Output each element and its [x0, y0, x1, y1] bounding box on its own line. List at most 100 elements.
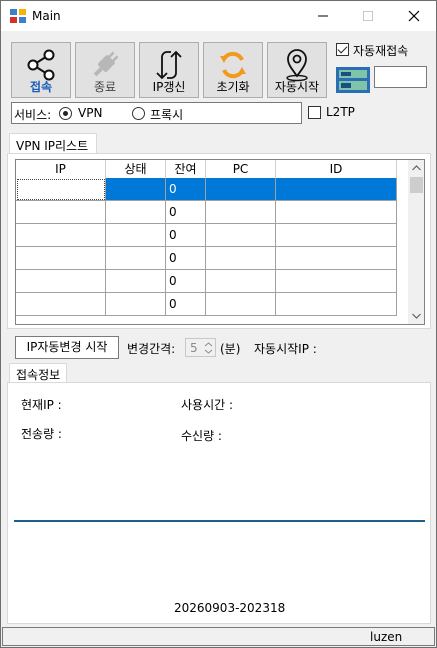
table-cell-status[interactable]: [106, 293, 166, 316]
table-row[interactable]: 0: [16, 178, 397, 201]
table-cell-status[interactable]: [106, 178, 166, 201]
sent-label: 전송량 :: [21, 427, 62, 441]
connect-button[interactable]: 접속: [11, 42, 71, 98]
radio-vpn-label: VPN: [78, 106, 103, 120]
table-cell-remaining[interactable]: 0: [166, 270, 206, 293]
col-header-remaining[interactable]: 잔여: [166, 160, 206, 178]
radio-proxy-label: 프록시: [150, 108, 184, 122]
main-window: Main 접속 종료 IP갱신 초기화 자동시작 자동재접속 서비스: VPN …: [0, 0, 437, 648]
l2tp-checkbox[interactable]: [308, 106, 321, 119]
close-button[interactable]: [393, 1, 435, 31]
side-text-field[interactable]: [374, 66, 427, 88]
table-row[interactable]: 0: [16, 247, 397, 270]
table-cell-id[interactable]: [276, 293, 397, 316]
table-cell-remaining[interactable]: 0: [166, 224, 206, 247]
scroll-down-icon[interactable]: [412, 313, 421, 319]
connect-label: 접속: [29, 80, 53, 94]
table-cell-pc[interactable]: [206, 224, 276, 247]
info-tab-panel: 현재IP : 사용시간 : 전송량 : 수신량 : 20260903-20231…: [7, 382, 431, 624]
radio-proxy[interactable]: [132, 107, 145, 120]
ip-list-grid[interactable]: IP 상태 잔여 PC ID 000000: [15, 159, 425, 325]
l2tp-label: L2TP: [326, 105, 355, 119]
table-cell-pc[interactable]: [206, 178, 276, 201]
server-icon: [336, 67, 370, 93]
table-cell-ip[interactable]: [16, 270, 106, 293]
plug-icon: [93, 51, 119, 77]
tab-vpn-ip-list-label: VPN IP리스트: [16, 139, 89, 153]
table-cell-ip[interactable]: [16, 247, 106, 270]
auto-start-button[interactable]: 자동시작: [267, 42, 327, 98]
table-row[interactable]: 0: [16, 224, 397, 247]
col-header-ip[interactable]: IP: [16, 160, 106, 178]
service-label: 서비스:: [14, 108, 52, 122]
status-user: luzen: [370, 630, 403, 644]
version-label: 20260903-202318: [174, 601, 286, 615]
auto-reconnect-checkbox[interactable]: [336, 43, 349, 56]
interval-unit: (분): [220, 342, 241, 356]
table-row[interactable]: 0: [16, 270, 397, 293]
auto-start-ip-label: 자동시작IP :: [254, 342, 317, 356]
table-cell-ip[interactable]: [16, 224, 106, 247]
radio-vpn[interactable]: [59, 107, 72, 120]
tab-vpn-ip-list[interactable]: VPN IP리스트: [9, 133, 97, 154]
ip-auto-change-start-button[interactable]: IP자동변경 시작: [15, 336, 119, 359]
swap-arrows-icon: [156, 50, 182, 80]
col-header-status[interactable]: 상태: [106, 160, 166, 178]
table-cell-ip[interactable]: [16, 293, 106, 316]
col-header-id[interactable]: ID: [276, 160, 397, 178]
table-cell-status[interactable]: [106, 201, 166, 224]
ip-refresh-label: IP갱신: [152, 80, 186, 94]
stepper-arrows-icon[interactable]: [204, 341, 213, 355]
refresh-icon: [220, 51, 246, 79]
interval-label: 변경간격:: [127, 342, 176, 356]
share-nodes-icon: [27, 49, 55, 81]
table-cell-pc[interactable]: [206, 201, 276, 224]
app-icon: [10, 9, 26, 23]
table-cell-status[interactable]: [106, 270, 166, 293]
table-cell-id[interactable]: [276, 270, 397, 293]
table-cell-id[interactable]: [276, 224, 397, 247]
auto-reconnect-label: 자동재접속: [353, 44, 409, 58]
interval-value: 5: [190, 341, 198, 355]
table-cell-pc[interactable]: [206, 270, 276, 293]
table-row[interactable]: 0: [16, 293, 397, 316]
table-cell-remaining[interactable]: 0: [166, 201, 206, 224]
grid-scrollbar[interactable]: [408, 160, 424, 324]
maximize-icon: [363, 11, 373, 21]
current-ip-label: 현재IP :: [21, 398, 62, 412]
minimize-icon: [318, 15, 328, 17]
scroll-thumb[interactable]: [410, 177, 423, 193]
table-cell-id[interactable]: [276, 201, 397, 224]
minimize-button[interactable]: [302, 1, 344, 31]
table-cell-pc[interactable]: [206, 247, 276, 270]
divider-line: [14, 520, 425, 522]
reset-button[interactable]: 초기화: [203, 42, 263, 98]
table-cell-status[interactable]: [106, 224, 166, 247]
close-icon: [408, 10, 420, 22]
ip-refresh-button[interactable]: IP갱신: [139, 42, 199, 98]
table-cell-id[interactable]: [276, 178, 397, 201]
maximize-button[interactable]: [347, 1, 389, 31]
table-cell-remaining[interactable]: 0: [166, 293, 206, 316]
reset-label: 초기화: [216, 80, 250, 94]
received-label: 수신량 :: [181, 429, 222, 443]
table-row[interactable]: 0: [16, 201, 397, 224]
table-cell-id[interactable]: [276, 247, 397, 270]
col-header-pc[interactable]: PC: [206, 160, 276, 178]
table-cell-remaining[interactable]: 0: [166, 178, 206, 201]
tab-connection-info[interactable]: 접속정보: [9, 363, 67, 383]
end-button[interactable]: 종료: [75, 42, 135, 98]
title-bar: Main: [1, 1, 436, 31]
map-pin-icon: [286, 49, 308, 82]
interval-stepper[interactable]: 5: [185, 338, 216, 357]
table-cell-remaining[interactable]: 0: [166, 247, 206, 270]
table-cell-ip[interactable]: [16, 201, 106, 224]
service-box: 서비스: VPN 프록시: [11, 102, 302, 124]
window-title: Main: [32, 9, 61, 23]
table-cell-status[interactable]: [106, 247, 166, 270]
scroll-up-icon[interactable]: [412, 165, 421, 171]
tab-connection-info-label: 접속정보: [16, 368, 61, 382]
table-cell-pc[interactable]: [206, 293, 276, 316]
end-label: 종료: [93, 80, 117, 94]
table-cell-ip[interactable]: [16, 178, 106, 201]
